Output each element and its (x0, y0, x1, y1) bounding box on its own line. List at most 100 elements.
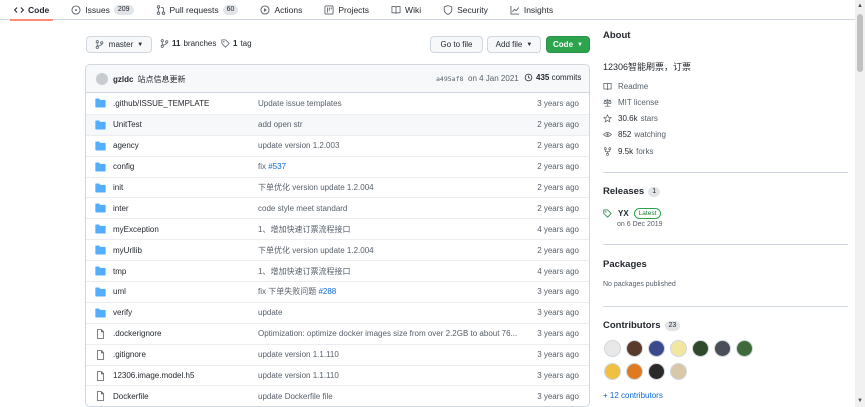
avatar[interactable] (96, 73, 108, 85)
stars-link[interactable]: 30.6k stars (603, 114, 658, 123)
table-row[interactable]: .gitignore update version 1.1.110 3 years … (86, 343, 589, 365)
file-age: 2 years ago (537, 162, 579, 172)
watchers-link[interactable]: 852 watching (603, 130, 666, 139)
commit-sha[interactable]: a495af8 (436, 75, 463, 83)
issue-link[interactable]: #537 (268, 162, 286, 171)
branch-select-button[interactable]: master ▼ (86, 36, 152, 53)
table-row[interactable]: myUrllib 下单优化 version update 1.2.004 2 yea… (86, 239, 589, 260)
license-link[interactable]: MIT license (603, 98, 659, 107)
file-name[interactable]: verify (113, 308, 132, 317)
scroll-down-icon[interactable]: ▼ (856, 397, 864, 405)
tab-label: Insights (523, 4, 554, 15)
file-commit-message[interactable]: fix 下单失败问题 #288 (258, 286, 518, 297)
file-commit-message[interactable]: add open str (258, 120, 518, 129)
releases-counter: 1 (648, 186, 661, 197)
file-commit-message[interactable]: 1、增加快速订票流程接口 (258, 266, 518, 277)
file-name[interactable]: Dockerfile (113, 392, 149, 401)
tab-security[interactable]: Security (439, 0, 492, 20)
file-commit-message[interactable]: update version 1.1.110 (258, 350, 518, 359)
forks-link[interactable]: 9.5k forks (603, 147, 653, 156)
go-to-file-button[interactable]: Go to file (430, 36, 483, 53)
commit-message[interactable]: 站点信息更新 (137, 75, 185, 84)
file-name[interactable]: init (113, 183, 123, 192)
commit-date: on 4 Jan 2021 (468, 74, 519, 83)
contributor-avatar[interactable] (670, 340, 687, 357)
file-name[interactable]: .dockerignore (113, 329, 161, 338)
add-file-label: Add file (495, 40, 523, 49)
table-row[interactable]: agency update version 1.2.003 2 years ago (86, 134, 589, 156)
contributor-avatar[interactable] (736, 340, 753, 357)
file-name[interactable]: 12306.image.model.h5 (113, 371, 194, 380)
packages-heading[interactable]: Packages (603, 259, 647, 270)
contributor-avatar[interactable] (604, 340, 621, 357)
file-commit-message[interactable]: code style meet standard (258, 204, 518, 213)
file-commit-message[interactable]: 1、增加快速订票流程接口 (258, 224, 518, 235)
tab-projects[interactable]: Projects (320, 0, 373, 20)
contributor-avatar[interactable] (670, 363, 687, 380)
shield-icon (443, 4, 453, 15)
go-to-file-label: Go to file (440, 40, 473, 49)
table-row[interactable]: uml fix 下单失败问题 #288 3 years ago (86, 281, 589, 302)
commits-link[interactable]: 435 commits (524, 73, 581, 82)
file-name[interactable]: tmp (113, 267, 126, 276)
tab-issues[interactable]: Issues 209 (67, 0, 137, 20)
table-row[interactable]: inter code style meet standard 2 years ago (86, 197, 589, 218)
table-row[interactable]: 12306.image.model.h5 update version 1.1.1… (86, 364, 589, 386)
releases-heading[interactable]: Releases 1 (603, 186, 661, 197)
branches-link[interactable]: 11 branches (160, 39, 216, 48)
file-name[interactable]: myException (113, 225, 159, 234)
table-row[interactable]: config fix #537 2 years ago (86, 155, 589, 177)
releases-title: Releases (603, 186, 645, 197)
table-row[interactable]: .dockerignore Optimization: optimize dock… (86, 322, 589, 344)
release-item[interactable]: YX Latest (603, 208, 662, 219)
file-name[interactable]: UnitTest (113, 120, 142, 129)
file-name[interactable]: agency (113, 141, 139, 150)
file-commit-message[interactable]: Update issue templates (258, 99, 518, 108)
table-row[interactable]: UnitTest add open str 2 years ago (86, 113, 589, 135)
file-commit-message[interactable]: update version 1.2.003 (258, 141, 518, 150)
contributor-avatar[interactable] (626, 340, 643, 357)
table-row[interactable]: myException 1、增加快速订票流程接口 4 years ago (86, 218, 589, 239)
file-commit-message[interactable]: 下单优化 version update 1.2.004 (258, 182, 518, 193)
file-name[interactable]: config (113, 162, 134, 171)
tags-link[interactable]: 1 tag (221, 39, 252, 48)
branches-label: branches (183, 39, 217, 48)
tab-pull-requests[interactable]: Pull requests 60 (152, 0, 243, 20)
more-contributors-link[interactable]: + 12 contributors (603, 391, 663, 400)
file-name[interactable]: myUrllib (113, 246, 142, 255)
file-commit-message[interactable]: 下单优化 version update 1.2.004 (258, 245, 518, 256)
scrollbar-thumb[interactable] (857, 14, 863, 72)
file-commit-message[interactable]: update version 1.1.110 (258, 371, 518, 380)
file-name[interactable]: uml (113, 287, 126, 296)
file-commit-message[interactable]: update (258, 308, 518, 317)
contributor-avatar[interactable] (692, 340, 709, 357)
sidebar-divider (603, 172, 848, 173)
table-row[interactable]: .github/ISSUE_TEMPLATE Update issue templ… (86, 93, 589, 114)
contributor-avatar[interactable] (648, 363, 665, 380)
file-name[interactable]: .gitignore (113, 350, 146, 359)
issue-link[interactable]: #288 (318, 287, 336, 296)
contributor-avatar[interactable] (626, 363, 643, 380)
file-name[interactable]: .github/ISSUE_TEMPLATE (113, 99, 209, 108)
file-commit-message[interactable]: fix #537 (258, 162, 518, 171)
tab-insights[interactable]: Insights (506, 0, 557, 20)
table-row[interactable]: Dockerfile update Dockerfile file 3 years … (86, 385, 589, 406)
table-row[interactable]: tmp 1、增加快速订票流程接口 4 years ago (86, 260, 589, 281)
file-commit-message[interactable]: Optimization: optimize docker images siz… (258, 329, 518, 338)
scroll-up-icon[interactable]: ▲ (856, 2, 864, 10)
tab-wiki[interactable]: Wiki (387, 0, 425, 20)
contributor-avatar[interactable] (604, 363, 621, 380)
contributor-avatar[interactable] (714, 340, 731, 357)
commit-author[interactable]: gzldc 站点信息更新 (113, 74, 185, 85)
readme-link[interactable]: Readme (603, 82, 648, 91)
contributors-heading[interactable]: Contributors 23 (603, 320, 681, 331)
tab-code[interactable]: Code (10, 0, 54, 21)
contributor-avatar[interactable] (648, 340, 665, 357)
file-name[interactable]: inter (113, 204, 129, 213)
table-row[interactable]: init 下单优化 version update 1.2.004 2 years a… (86, 176, 589, 198)
file-commit-message[interactable]: update Dockerfile file (258, 392, 518, 401)
tab-actions[interactable]: Actions (256, 0, 306, 20)
add-file-button[interactable]: Add file ▼ (487, 36, 541, 53)
code-button[interactable]: Code ▼ (546, 36, 590, 53)
table-row[interactable]: verify update 3 years ago (86, 301, 589, 323)
